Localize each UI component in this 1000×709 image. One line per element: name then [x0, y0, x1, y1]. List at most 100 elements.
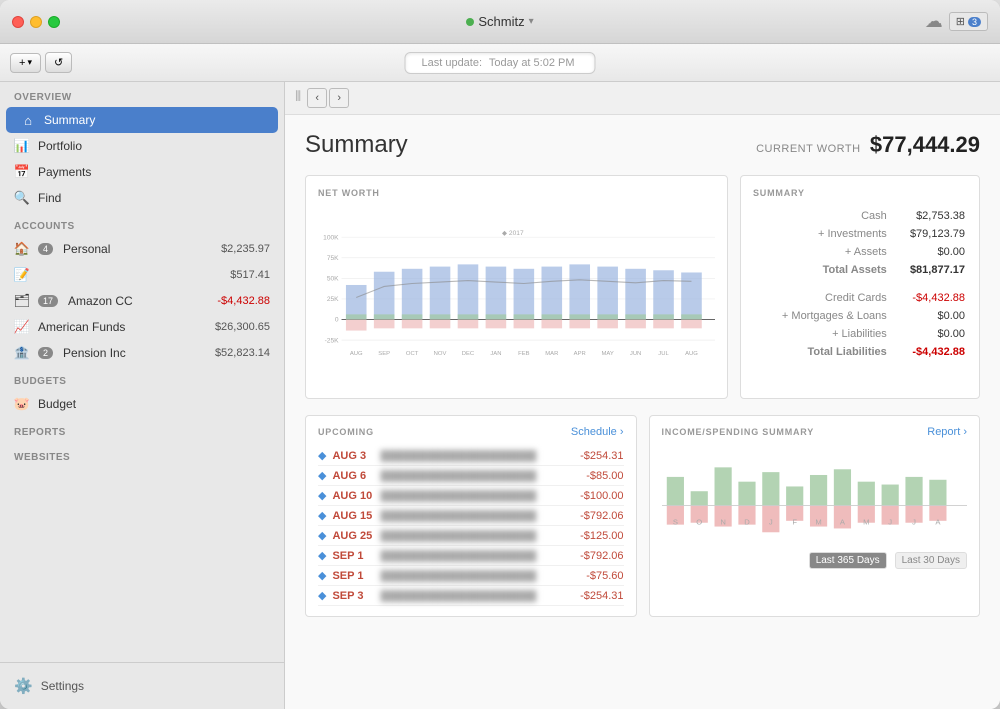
fullscreen-button[interactable] — [48, 16, 60, 28]
sidebar-item-budget[interactable]: 🐷 Budget — [0, 391, 284, 417]
sidebar-item-find[interactable]: 🔍 Find — [0, 185, 284, 211]
divider-lines: ⦀ — [295, 88, 301, 108]
personal-icon: 🏠 — [14, 241, 30, 257]
upcoming-amount: -$254.31 — [580, 590, 623, 602]
upcoming-desc: ████████████████████ — [380, 510, 574, 522]
svg-text:OCT: OCT — [406, 351, 419, 357]
svg-text:MAR: MAR — [545, 351, 558, 357]
summary-row: Total Assets $81,877.17 — [755, 262, 965, 278]
settings-item[interactable]: ⚙️ Settings — [14, 673, 270, 699]
sidebar: Overview ⌂ Summary 📊 Portfolio 📅 Payment… — [0, 82, 285, 709]
personal2-icon: 📝 — [14, 267, 30, 283]
upcoming-arrow: ◆ — [318, 569, 326, 582]
upcoming-item[interactable]: ◆ SEP 1 ████████████████████ -$792.06 — [318, 546, 624, 566]
bar-chart: 100K 75K 50K 25K 0 -25K — [318, 206, 715, 386]
sidebar-item-amazon[interactable]: 🗂 17 Amazon CC -$4,432.88 — [0, 288, 284, 314]
upcoming-desc: ████████████████████ — [380, 490, 574, 502]
svg-text:S: S — [672, 518, 677, 527]
upcoming-arrow: ◆ — [318, 509, 326, 522]
schedule-link[interactable]: Schedule › — [571, 426, 624, 438]
current-worth-label: CURRENT WORTH — [756, 143, 860, 155]
upcoming-item[interactable]: ◆ SEP 1 ████████████████████ -$75.60 — [318, 566, 624, 586]
amazon-icon: 🗂 — [14, 293, 30, 309]
upcoming-amount: -$75.60 — [586, 570, 623, 582]
sidebar-item-payments[interactable]: 📅 Payments — [0, 159, 284, 185]
summary-row: Credit Cards -$4,432.88 — [755, 290, 965, 306]
portfolio-icon: 📊 — [14, 138, 30, 154]
upcoming-date: AUG 3 — [332, 450, 374, 462]
svg-text:O: O — [696, 518, 702, 527]
back-button[interactable]: ‹ — [307, 88, 327, 108]
income-label: INCOME/SPENDING SUMMARY — [662, 427, 815, 437]
sidebar-item-pension[interactable]: 🏦 2 Pension Inc $52,823.14 — [0, 340, 284, 366]
toolbar-left: + ▾ ↺ — [10, 52, 72, 73]
pension-label: Pension Inc — [63, 346, 126, 360]
payments-icon: 📅 — [14, 164, 30, 180]
content-body: Summary CURRENT WORTH $77,444.29 NET WOR… — [285, 115, 1000, 709]
gear-icon: ⚙️ — [14, 677, 33, 695]
budget-label: Budget — [38, 397, 76, 411]
upcoming-list: ◆ AUG 3 ████████████████████ -$254.31 ◆ … — [318, 446, 624, 606]
amazon-amount: -$4,432.88 — [217, 295, 270, 307]
upcoming-panel: UPCOMING Schedule › ◆ AUG 3 ████████████… — [305, 415, 637, 617]
upcoming-item[interactable]: ◆ AUG 15 ████████████████████ -$792.06 — [318, 506, 624, 526]
upcoming-date: AUG 15 — [332, 510, 374, 522]
badge-button[interactable]: ⊞ 3 — [949, 12, 988, 31]
upcoming-arrow: ◆ — [318, 449, 326, 462]
upcoming-header: UPCOMING Schedule › — [318, 426, 624, 438]
house-icon: ⌂ — [20, 112, 36, 128]
forward-button[interactable]: › — [329, 88, 349, 108]
upcoming-item[interactable]: ◆ SEP 3 ████████████████████ -$254.31 — [318, 586, 624, 606]
upcoming-arrow: ◆ — [318, 589, 326, 602]
svg-text:100K: 100K — [323, 234, 339, 241]
websites-label: Websites — [0, 442, 284, 467]
pension-icon: 🏦 — [14, 345, 30, 361]
find-label: Find — [38, 191, 61, 205]
dropdown-chevron[interactable]: ▾ — [529, 16, 534, 27]
badge-count: 3 — [968, 17, 981, 27]
personal2-amount: $517.41 — [230, 269, 270, 281]
minimize-button[interactable] — [30, 16, 42, 28]
upcoming-item[interactable]: ◆ AUG 3 ████████████████████ -$254.31 — [318, 446, 624, 466]
budget-icon: 🐷 — [14, 396, 30, 412]
upcoming-desc: ████████████████████ — [380, 550, 574, 562]
overview-label: Overview — [0, 82, 284, 107]
svg-text:75K: 75K — [327, 255, 339, 262]
reports-label: Reports — [0, 417, 284, 442]
upcoming-desc: ████████████████████ — [380, 470, 580, 482]
refresh-button[interactable]: ↺ — [45, 52, 72, 73]
sidebar-item-summary[interactable]: ⌂ Summary — [6, 107, 278, 133]
current-worth-area: CURRENT WORTH $77,444.29 — [756, 132, 980, 158]
pension-amount: $52,823.14 — [215, 347, 270, 359]
net-worth-panel: NET WORTH 100K 75K 50K 25K 0 -25K — [305, 175, 728, 399]
upcoming-arrow: ◆ — [318, 529, 326, 542]
sidebar-item-personal[interactable]: 🏠 4 Personal $2,235.97 — [0, 236, 284, 262]
last-30-button[interactable]: Last 30 Days — [895, 552, 967, 569]
svg-text:JUL: JUL — [658, 351, 669, 357]
upcoming-date: AUG 25 — [332, 530, 374, 542]
sidebar-item-portfolio[interactable]: 📊 Portfolio — [0, 133, 284, 159]
summary-row: + Liabilities $0.00 — [755, 326, 965, 342]
upcoming-amount: -$254.31 — [580, 450, 623, 462]
upcoming-label: UPCOMING — [318, 427, 374, 437]
report-link[interactable]: Report › — [927, 426, 967, 438]
upcoming-item[interactable]: ◆ AUG 6 ████████████████████ -$85.00 — [318, 466, 624, 486]
add-button[interactable]: + ▾ — [10, 53, 41, 73]
summary-row: + Assets $0.00 — [755, 244, 965, 260]
last-365-button[interactable]: Last 365 Days — [809, 552, 887, 569]
summary-row: + Investments $79,123.79 — [755, 226, 965, 242]
cloud-icon[interactable]: ☁ — [925, 11, 943, 32]
content-toolbar: ⦀ ‹ › — [285, 82, 1000, 115]
sidebar-bottom: ⚙️ Settings — [0, 662, 284, 709]
summary-panel: SUMMARY Cash $2,753.38 + Investments $79… — [740, 175, 980, 399]
upcoming-item[interactable]: ◆ AUG 25 ████████████████████ -$125.00 — [318, 526, 624, 546]
close-button[interactable] — [12, 16, 24, 28]
upcoming-item[interactable]: ◆ AUG 10 ████████████████████ -$100.00 — [318, 486, 624, 506]
svg-text:APR: APR — [574, 351, 586, 357]
upcoming-date: SEP 1 — [332, 570, 374, 582]
sidebar-item-american-funds[interactable]: 📈 American Funds $26,300.65 — [0, 314, 284, 340]
accounts-label: Accounts — [0, 211, 284, 236]
svg-text:M: M — [863, 518, 869, 527]
svg-text:NOV: NOV — [434, 351, 447, 357]
sidebar-item-personal2[interactable]: 📝 $517.41 — [0, 262, 284, 288]
